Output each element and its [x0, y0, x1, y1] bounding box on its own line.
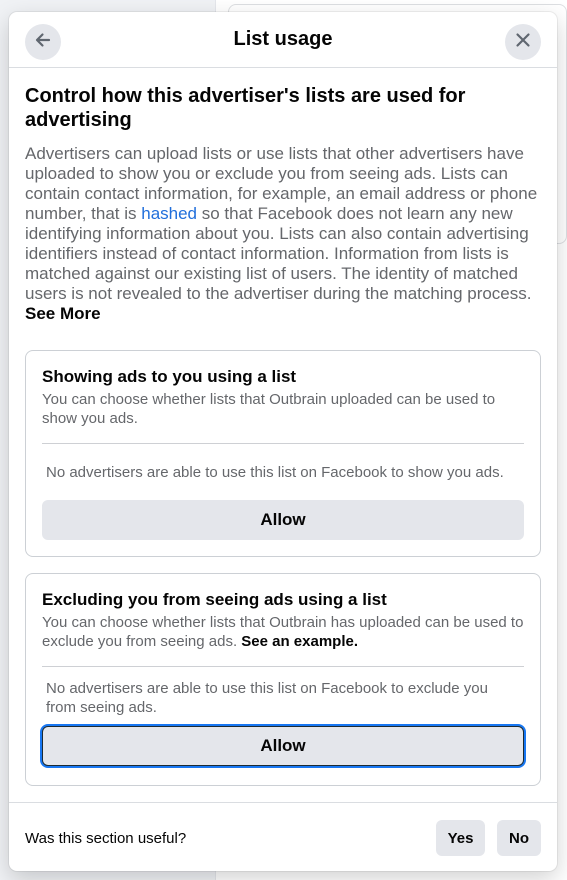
hashed-link[interactable]: hashed — [141, 204, 197, 223]
section-heading: Control how this advertiser's lists are … — [25, 85, 466, 131]
dialog-header: List usage — [9, 12, 557, 68]
exclude-ads-card: Excluding you from seeing ads using a li… — [25, 573, 541, 786]
dialog-body: Control how this advertiser's lists are … — [25, 84, 541, 324]
feedback-question: Was this section useful? — [25, 830, 187, 847]
list-usage-dialog: List usage Control how this advertiser's… — [9, 12, 557, 871]
dialog-title: List usage — [233, 28, 333, 50]
divider — [42, 443, 524, 444]
card-note: No advertisers are able to use this list… — [46, 680, 488, 716]
card-description: You can choose whether lists that Outbra… — [42, 613, 524, 651]
card-title: Showing ads to you using a list — [42, 367, 297, 386]
intro-paragraph: Advertisers can upload lists or use list… — [25, 144, 541, 324]
dialog-footer: Was this section useful? Yes No — [9, 802, 557, 871]
allow-show-ads-button[interactable]: Allow — [42, 500, 524, 540]
divider — [42, 666, 524, 667]
no-button[interactable]: No — [497, 820, 541, 856]
card-note: No advertisers are able to use this list… — [46, 464, 504, 481]
see-more-link[interactable]: See More — [25, 304, 101, 323]
see-example-link[interactable]: See an example. — [241, 633, 358, 650]
allow-exclude-ads-button[interactable]: Allow — [42, 726, 524, 766]
close-button[interactable] — [505, 24, 541, 60]
yes-button[interactable]: Yes — [436, 820, 485, 856]
close-icon — [513, 30, 533, 55]
card-description: You can choose whether lists that Outbra… — [42, 391, 496, 427]
card-title: Excluding you from seeing ads using a li… — [42, 590, 387, 609]
show-ads-card: Showing ads to you using a list You can … — [25, 350, 541, 557]
